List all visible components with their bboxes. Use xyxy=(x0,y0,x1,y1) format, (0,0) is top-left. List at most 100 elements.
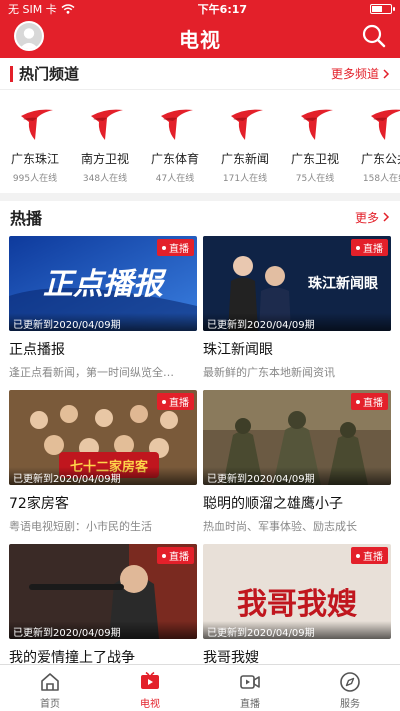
chevron-right-icon xyxy=(383,212,390,222)
channel-online: 75人在线 xyxy=(295,174,335,184)
program-desc: 最新鲜的广东本地新闻资讯 xyxy=(203,366,335,379)
tab-label: 首页 xyxy=(40,699,60,710)
program-title: 我哥我嫂 xyxy=(203,650,259,664)
hot-channels-section: 热门频道 更多频道 广东珠江 995人在线 南方卫视 348人在线 广东体育 4… xyxy=(0,58,400,193)
program-card[interactable]: 珠江新闻眼 直播 已更新到2020/04/09期 珠江新闻眼 最新鲜的广东本地新… xyxy=(203,236,391,380)
gdtv-logo-icon xyxy=(91,109,123,140)
compass-icon xyxy=(340,672,360,692)
live-badge: 直播 xyxy=(351,239,388,256)
program-thumbnail[interactable]: 我哥我嫂 直播 已更新到2020/04/09期 xyxy=(203,544,391,639)
live-badge: 直播 xyxy=(157,239,194,256)
tab-live[interactable]: 直播 xyxy=(200,665,300,711)
update-label: 已更新到2020/04/09期 xyxy=(9,467,197,485)
program-title: 聪明的顺溜之雄鹰小子 xyxy=(203,496,343,512)
carrier-label: 无 SIM 卡 xyxy=(8,3,57,16)
gdtv-logo-icon xyxy=(301,109,333,140)
hot-play-title: 热播 xyxy=(10,209,43,228)
channel-name: 广东珠江 xyxy=(10,152,59,166)
channel-name: 广东卫视 xyxy=(290,152,339,166)
program-thumbnail[interactable]: 珠江新闻眼 直播 已更新到2020/04/09期 xyxy=(203,236,391,331)
channel-name: 广东体育 xyxy=(150,152,199,166)
program-thumbnail[interactable]: 正点播报 直播 已更新到2020/04/09期 xyxy=(9,236,197,331)
tab-label: 服务 xyxy=(340,699,360,710)
program-card[interactable]: 七十二家房客 直播 已更新到2020/04/09期 72家房客 粤语电视短剧：小… xyxy=(9,390,197,534)
thumb-text: 珠江新闻眼 xyxy=(308,275,378,292)
gdtv-logo-icon xyxy=(21,109,53,140)
channel-item[interactable]: 广东珠江 995人在线 xyxy=(0,106,70,184)
channel-item[interactable]: 广东公共 158人在线 xyxy=(350,106,400,184)
gdtv-logo-icon xyxy=(231,109,263,140)
program-card[interactable]: 正点播报 直播 已更新到2020/04/09期 正点播报 逢正点看新闻，第一时间… xyxy=(9,236,197,380)
update-label: 已更新到2020/04/09期 xyxy=(9,621,197,639)
program-title: 我的爱情撞上了战争 xyxy=(9,650,135,664)
channel-online: 171人在线 xyxy=(222,174,268,184)
channel-item[interactable]: 广东新闻 171人在线 xyxy=(210,106,280,184)
more-channels-label: 更多频道 xyxy=(330,67,379,81)
channel-name: 南方卫视 xyxy=(80,152,129,166)
update-label: 已更新到2020/04/09期 xyxy=(203,621,391,639)
more-label: 更多 xyxy=(354,210,379,225)
tab-tv[interactable]: 电视 xyxy=(100,665,200,711)
program-title: 72家房客 xyxy=(9,496,69,512)
live-badge: 直播 xyxy=(351,393,388,410)
live-badge: 直播 xyxy=(157,547,194,564)
section-accent-bar xyxy=(10,65,13,82)
tab-home[interactable]: 首页 xyxy=(0,665,100,711)
channel-online: 348人在线 xyxy=(82,174,128,184)
channel-name: 广东公共 xyxy=(360,152,400,166)
thumb-text: 我哥我嫂 xyxy=(237,587,358,622)
more-channels-link[interactable]: 更多频道 xyxy=(331,65,390,82)
program-thumbnail[interactable]: 直播 已更新到2020/04/09期 xyxy=(203,390,391,485)
battery-icon xyxy=(370,4,395,14)
live-label: 直播 xyxy=(363,398,383,409)
program-desc: 热血时尚、军事体验、励志成长 xyxy=(203,520,357,533)
status-bar: 无 SIM 卡 下午6:17 xyxy=(0,0,400,18)
tab-label: 电视 xyxy=(140,699,160,710)
channel-item[interactable]: 广东体育 47人在线 xyxy=(140,106,210,184)
chevron-right-icon xyxy=(383,68,390,79)
channel-online: 158人在线 xyxy=(362,174,400,184)
thumb-text: 正点播报 xyxy=(43,267,167,302)
more-link[interactable]: 更多 xyxy=(355,209,390,226)
live-badge: 直播 xyxy=(157,393,194,410)
live-label: 直播 xyxy=(363,244,383,255)
program-card[interactable]: 直播 已更新到2020/04/09期 聪明的顺溜之雄鹰小子 热血时尚、军事体验、… xyxy=(203,390,391,534)
page-title: 电视 xyxy=(179,27,221,52)
update-label: 已更新到2020/04/09期 xyxy=(9,313,197,331)
channel-item[interactable]: 南方卫视 348人在线 xyxy=(70,106,140,184)
top-bar: 无 SIM 卡 下午6:17 电视 xyxy=(0,0,400,58)
program-thumbnail[interactable]: 直播 已更新到2020/04/09期 xyxy=(9,544,197,639)
live-label: 直播 xyxy=(169,244,189,255)
live-label: 直播 xyxy=(169,398,189,409)
hot-play-section: 热播 更多 正点播报 直播 已更新到2020/04/09期 正点播报 逢正点看新… xyxy=(0,201,400,664)
live-label: 直播 xyxy=(169,552,189,563)
tab-service[interactable]: 服务 xyxy=(300,665,400,711)
program-card[interactable]: 我哥我嫂 直播 已更新到2020/04/09期 我哥我嫂 xyxy=(203,544,391,664)
channel-online: 995人在线 xyxy=(12,174,58,184)
channel-item[interactable]: 广东卫视 75人在线 xyxy=(280,106,350,184)
home-icon xyxy=(41,673,59,691)
search-icon[interactable] xyxy=(360,22,388,50)
live-label: 直播 xyxy=(363,552,383,563)
program-desc: 粤语电视短剧：小市民的生活 xyxy=(9,520,152,533)
channel-online: 47人在线 xyxy=(155,174,195,184)
status-time: 下午6:17 xyxy=(197,3,248,16)
gdtv-logo-icon xyxy=(371,109,400,140)
channel-name: 广东新闻 xyxy=(220,152,269,166)
update-label: 已更新到2020/04/09期 xyxy=(203,313,391,331)
tab-bar: 首页 电视 直播 服务 xyxy=(0,664,400,711)
program-card[interactable]: 直播 已更新到2020/04/09期 我的爱情撞上了战争 xyxy=(9,544,197,664)
program-desc: 逢正点看新闻，第一时间纵览全… xyxy=(9,366,174,379)
gdtv-logo-icon xyxy=(161,109,193,140)
live-badge: 直播 xyxy=(351,547,388,564)
tab-label: 直播 xyxy=(240,699,260,710)
wifi-icon xyxy=(61,4,75,14)
program-thumbnail[interactable]: 七十二家房客 直播 已更新到2020/04/09期 xyxy=(9,390,197,485)
channel-list: 广东珠江 995人在线 南方卫视 348人在线 广东体育 47人在线 广东新闻 … xyxy=(0,90,400,184)
hot-channels-title: 热门频道 xyxy=(19,65,80,83)
tv-icon xyxy=(141,671,159,689)
program-title: 珠江新闻眼 xyxy=(203,342,273,358)
avatar[interactable] xyxy=(14,21,44,51)
live-video-icon xyxy=(240,675,260,689)
update-label: 已更新到2020/04/09期 xyxy=(203,467,391,485)
